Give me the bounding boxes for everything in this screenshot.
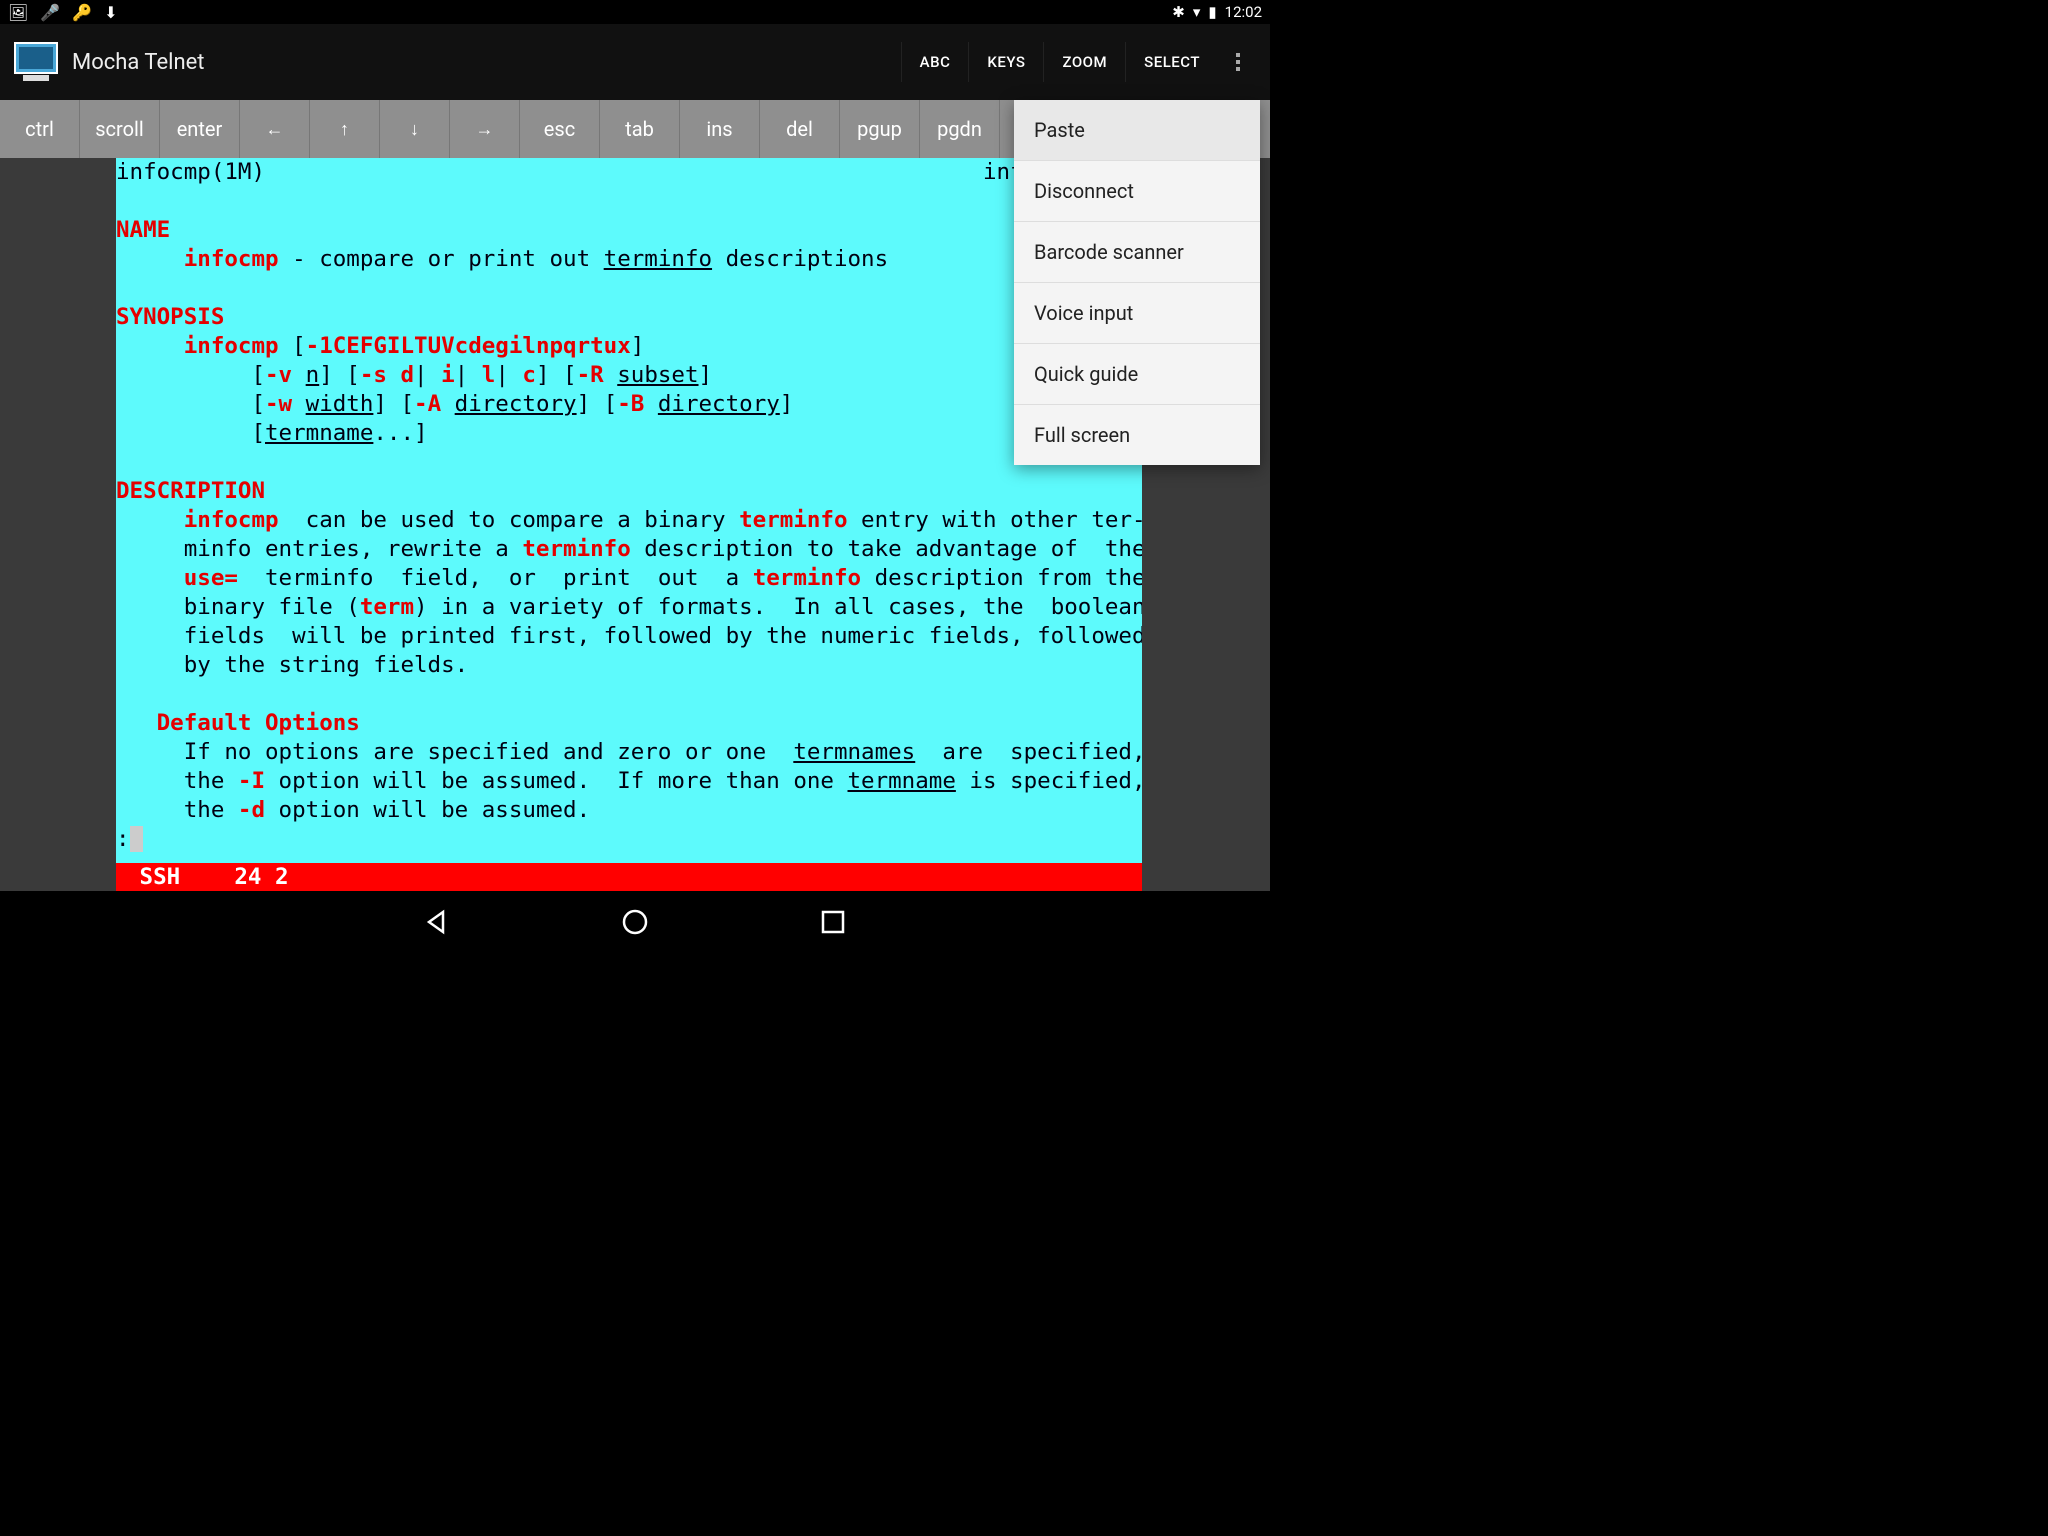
scroll-key[interactable]: scroll (80, 100, 160, 158)
menu-voice-input[interactable]: Voice input (1014, 283, 1260, 344)
ins-key[interactable]: ins (680, 100, 760, 158)
back-button[interactable] (423, 908, 451, 936)
tab-key[interactable]: tab (600, 100, 680, 158)
pgdn-key[interactable]: pgdn (920, 100, 1000, 158)
terminal[interactable]: infocmp(1M) inf NAME infocmp - compare o… (116, 158, 1142, 891)
section-default-options: Default Options (116, 710, 360, 736)
bluetooth-icon: ✱ (1172, 3, 1185, 21)
section-description: DESCRIPTION (116, 478, 265, 504)
app-icon (12, 38, 60, 86)
download-icon: ⬇ (104, 3, 117, 22)
pager-prompt: : (116, 826, 130, 852)
esc-key[interactable]: esc (520, 100, 600, 158)
android-nav-bar (0, 891, 1270, 953)
enter-key[interactable]: enter (160, 100, 240, 158)
section-name: NAME (116, 217, 170, 243)
photo-icon: 🖼 (8, 3, 28, 22)
abc-button[interactable]: ABC (901, 42, 969, 82)
arrow-up-key[interactable]: ↑ (310, 100, 380, 158)
zoom-button[interactable]: ZOOM (1043, 42, 1125, 82)
cursor (130, 826, 144, 852)
man-header-left: infocmp(1M) (116, 159, 265, 185)
arrow-left-key[interactable]: ← (240, 100, 310, 158)
wifi-icon: ▾ (1193, 3, 1201, 21)
terminfo-link: terminfo (604, 246, 712, 272)
clock: 12:02 (1225, 3, 1262, 21)
overflow-menu: Paste Disconnect Barcode scanner Voice i… (1014, 100, 1260, 465)
section-synopsis: SYNOPSIS (116, 304, 224, 330)
keys-button[interactable]: KEYS (968, 42, 1043, 82)
app-bar: Mocha Telnet ABC KEYS ZOOM SELECT (0, 24, 1270, 100)
overflow-menu-button[interactable] (1218, 42, 1258, 82)
select-button[interactable]: SELECT (1125, 42, 1218, 82)
menu-disconnect[interactable]: Disconnect (1014, 161, 1260, 222)
menu-quick-guide[interactable]: Quick guide (1014, 344, 1260, 405)
key-icon: 🔑 (72, 3, 92, 22)
arrow-down-key[interactable]: ↓ (380, 100, 450, 158)
home-button[interactable] (621, 908, 649, 936)
recents-button[interactable] (819, 908, 847, 936)
ctrl-key[interactable]: ctrl (0, 100, 80, 158)
del-key[interactable]: del (760, 100, 840, 158)
app-title: Mocha Telnet (72, 50, 901, 75)
name-cmd: infocmp (184, 246, 279, 272)
menu-barcode-scanner[interactable]: Barcode scanner (1014, 222, 1260, 283)
android-status-bar: 🖼 🎤 🔑 ⬇ ✱ ▾ ▮ 12:02 (0, 0, 1270, 24)
battery-icon: ▮ (1208, 3, 1216, 21)
menu-full-screen[interactable]: Full screen (1014, 405, 1260, 465)
arrow-right-key[interactable]: → (450, 100, 520, 158)
connection-status-line: SSH 24 2 (116, 863, 1142, 891)
menu-paste[interactable]: Paste (1014, 100, 1260, 161)
pgup-key[interactable]: pgup (840, 100, 920, 158)
mic-icon: 🎤 (40, 3, 60, 22)
